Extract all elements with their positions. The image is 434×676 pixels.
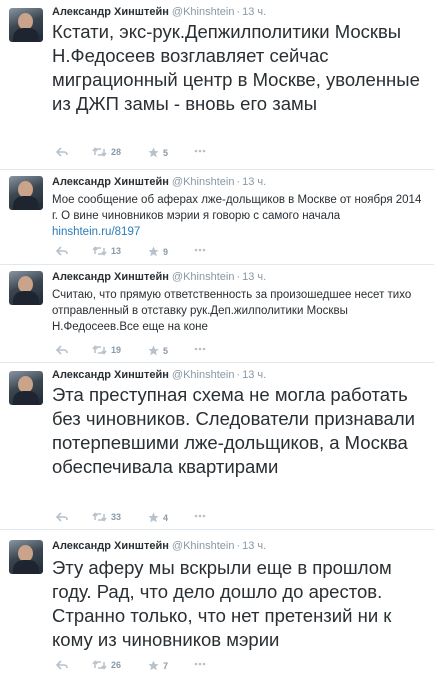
reply-icon — [56, 345, 68, 355]
more-button[interactable] — [194, 662, 206, 666]
author-handle[interactable]: @Khinshtein — [172, 6, 235, 18]
favorite-button[interactable]: 5 — [148, 345, 168, 356]
tweet-text: Эту аферу мы вскрыли еще в прошлом году.… — [52, 557, 392, 650]
separator-dot: · — [236, 6, 241, 18]
separator-dot: · — [236, 369, 241, 381]
separator-dot: · — [236, 540, 241, 552]
tweet-header: Александр Хинштейн @Khinshtein · 13 ч. — [52, 6, 266, 18]
tweet-time[interactable]: 13 ч. — [242, 369, 266, 381]
retweet-count: 19 — [111, 345, 122, 355]
reply-icon — [56, 246, 68, 256]
favorite-count: 4 — [163, 512, 169, 523]
favorite-star-icon — [148, 246, 159, 257]
favorite-button[interactable]: 9 — [148, 246, 168, 257]
reply-button[interactable] — [56, 246, 68, 256]
favorite-star-icon — [148, 512, 159, 523]
favorite-count: 5 — [163, 345, 169, 356]
tweet-text-block: Мое сообщение об аферах лже-дольщиков в … — [52, 192, 426, 240]
retweet-button[interactable]: 28 — [92, 147, 121, 157]
retweet-icon — [92, 345, 107, 355]
tweet-text: Мое сообщение об аферах лже-дольщиков в … — [52, 194, 422, 222]
tweet-time[interactable]: 13 ч. — [242, 176, 266, 188]
author-handle[interactable]: @Khinshtein — [172, 369, 235, 381]
more-dots-icon — [194, 514, 206, 518]
avatar[interactable] — [9, 8, 43, 42]
separator-dot: · — [236, 176, 241, 188]
reply-button[interactable] — [56, 147, 68, 157]
favorite-button[interactable]: 4 — [148, 512, 168, 523]
tweet-text: Считаю, что прямую ответственность за пр… — [52, 289, 412, 333]
more-button[interactable] — [194, 347, 206, 351]
avatar[interactable] — [9, 271, 43, 305]
favorite-count: 7 — [163, 660, 169, 671]
tweet-timeline: Александр Хинштейн @Khinshtein · 13 ч. Кст… — [0, 0, 434, 676]
retweet-icon — [92, 660, 107, 670]
more-button[interactable] — [194, 248, 206, 252]
tweet[interactable]: Александр Хинштейн @Khinshtein · 13 ч. Мое… — [0, 170, 434, 265]
author-name[interactable]: Александр Хинштейн — [52, 6, 169, 18]
retweet-button[interactable]: 26 — [92, 660, 121, 670]
tweet-link[interactable]: hinshtein.ru/8197 — [52, 224, 426, 240]
more-dots-icon — [194, 149, 206, 153]
tweet-header: Александр Хинштейн @Khinshtein · 13 ч. — [52, 271, 266, 283]
retweet-button[interactable]: 13 — [92, 246, 121, 256]
author-handle[interactable]: @Khinshtein — [172, 540, 235, 552]
favorite-button[interactable]: 7 — [148, 660, 168, 671]
tweet[interactable]: Александр Хинштейн @Khinshtein · 13 ч. Счи… — [0, 265, 434, 363]
more-button[interactable] — [194, 514, 206, 518]
avatar[interactable] — [9, 176, 43, 210]
retweet-count: 33 — [111, 512, 122, 522]
retweet-icon — [92, 246, 107, 256]
tweet-time[interactable]: 13 ч. — [242, 540, 266, 552]
favorite-button[interactable]: 5 — [148, 147, 168, 158]
author-handle[interactable]: @Khinshtein — [172, 176, 235, 188]
tweet-header: Александр Хинштейн @Khinshtein · 13 ч. — [52, 369, 266, 381]
avatar[interactable] — [9, 540, 43, 574]
favorite-count: 5 — [163, 147, 169, 158]
tweet-time[interactable]: 13 ч. — [242, 271, 266, 283]
retweet-count: 28 — [111, 147, 122, 157]
reply-button[interactable] — [56, 660, 68, 670]
reply-button[interactable] — [56, 512, 68, 522]
tweet-header: Александр Хинштейн @Khinshtein · 13 ч. — [52, 176, 266, 188]
retweet-icon — [92, 147, 107, 157]
tweet[interactable]: Александр Хинштейн @Khinshtein · 13 ч. Эту… — [0, 530, 434, 676]
tweet-text: Кстати, экс-рук.Депжилполитики Москвы Н.… — [52, 21, 420, 114]
retweet-count: 26 — [111, 660, 122, 670]
favorite-star-icon — [148, 147, 159, 158]
more-dots-icon — [194, 248, 206, 252]
more-dots-icon — [194, 662, 206, 666]
tweet-text: Эта преступная схема не могла работать б… — [52, 384, 415, 477]
reply-icon — [56, 660, 68, 670]
avatar[interactable] — [9, 371, 43, 405]
author-name[interactable]: Александр Хинштейн — [52, 540, 169, 552]
reply-icon — [56, 512, 68, 522]
author-name[interactable]: Александр Хинштейн — [52, 271, 169, 283]
more-button[interactable] — [194, 149, 206, 153]
tweet-time[interactable]: 13 ч. — [242, 6, 266, 18]
retweet-count: 13 — [111, 246, 122, 256]
tweet[interactable]: Александр Хинштейн @Khinshtein · 13 ч. Кст… — [0, 0, 434, 170]
reply-button[interactable] — [56, 345, 68, 355]
separator-dot: · — [236, 271, 241, 283]
author-name[interactable]: Александр Хинштейн — [52, 176, 169, 188]
author-handle[interactable]: @Khinshtein — [172, 271, 235, 283]
more-dots-icon — [194, 347, 206, 351]
retweet-icon — [92, 512, 107, 522]
retweet-button[interactable]: 33 — [92, 512, 121, 522]
tweet-header: Александр Хинштейн @Khinshtein · 13 ч. — [52, 540, 266, 552]
author-name[interactable]: Александр Хинштейн — [52, 369, 169, 381]
favorite-star-icon — [148, 660, 159, 671]
favorite-count: 9 — [163, 246, 169, 257]
favorite-star-icon — [148, 345, 159, 356]
reply-icon — [56, 147, 68, 157]
retweet-button[interactable]: 19 — [92, 345, 121, 355]
tweet[interactable]: Александр Хинштейн @Khinshtein · 13 ч. Эта… — [0, 363, 434, 530]
